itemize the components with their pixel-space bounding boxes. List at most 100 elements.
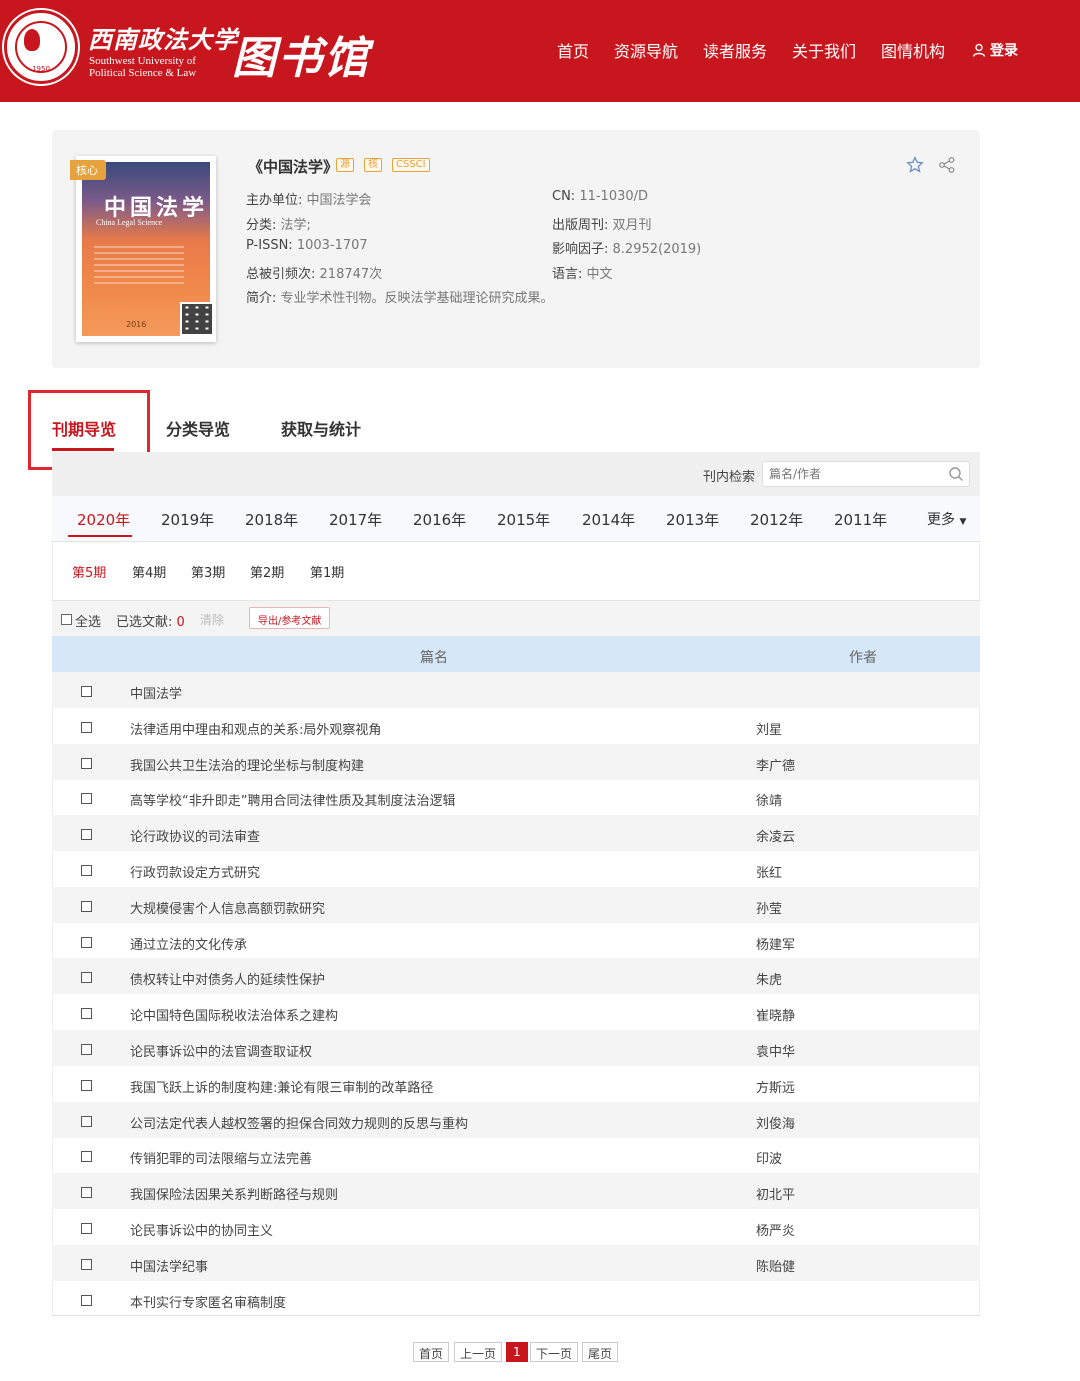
row-checkbox[interactable] xyxy=(81,865,92,876)
article-author[interactable]: 张红 xyxy=(756,862,782,881)
search-input[interactable] xyxy=(762,461,970,487)
article-title-link[interactable]: 论中国特色国际税收法治体系之建构 xyxy=(130,1005,338,1024)
article-title-link[interactable]: 行政罚款设定方式研究 xyxy=(130,862,260,881)
article-title-link[interactable]: 大规模侵害个人信息高额罚款研究 xyxy=(130,898,325,917)
row-checkbox[interactable] xyxy=(81,1115,92,1127)
university-seal-logo[interactable]: 1950 xyxy=(4,10,78,84)
article-author[interactable]: 陈贻健 xyxy=(756,1256,795,1275)
row-checkbox[interactable] xyxy=(81,721,92,733)
article-title-link[interactable]: 债权转让中对债务人的延续性保护 xyxy=(130,969,325,988)
row-checkbox[interactable] xyxy=(81,1044,92,1055)
article-author[interactable]: 杨严炎 xyxy=(756,1220,795,1239)
row-checkbox[interactable] xyxy=(81,757,92,769)
row-checkbox[interactable] xyxy=(81,829,92,841)
row-checkbox[interactable] xyxy=(81,1079,92,1091)
table-row[interactable]: 我国保险法因果关系判断路径与规则 初北平 xyxy=(52,1173,980,1210)
article-author[interactable]: 崔晓静 xyxy=(756,1005,795,1024)
table-row[interactable]: 大规模侵害个人信息高额罚款研究 孙莹 xyxy=(52,886,980,923)
row-checkbox[interactable] xyxy=(81,1258,92,1270)
nav-about[interactable]: 关于我们 xyxy=(792,38,856,62)
issue-4[interactable]: 第4期 xyxy=(132,562,166,581)
table-row[interactable]: 中国法学 xyxy=(52,672,980,708)
article-title-link[interactable]: 我国公共卫生法治的理论坐标与制度构建 xyxy=(130,755,364,774)
year-2020[interactable]: 2020年 xyxy=(77,509,130,530)
table-row[interactable]: 通过立法的文化传承 杨建军 xyxy=(52,923,980,959)
search-icon[interactable] xyxy=(948,466,964,482)
nav-reader-services[interactable]: 读者服务 xyxy=(703,38,767,62)
article-title-link[interactable]: 本刊实行专家匿名审稿制度 xyxy=(130,1292,286,1311)
article-author[interactable]: 印波 xyxy=(756,1148,782,1167)
year-2015[interactable]: 2015年 xyxy=(497,509,550,530)
prev-page-button[interactable]: 上一页 xyxy=(454,1342,503,1362)
year-2014[interactable]: 2014年 xyxy=(582,509,635,530)
table-row[interactable]: 高等学校“非升即走”聘用合同法律性质及其制度法治逻辑 徐靖 xyxy=(52,779,980,815)
year-2017[interactable]: 2017年 xyxy=(329,509,382,530)
clear-selection-button[interactable]: 清除 xyxy=(200,611,224,628)
article-author[interactable]: 徐靖 xyxy=(756,790,782,809)
year-2012[interactable]: 2012年 xyxy=(750,509,803,530)
table-row[interactable]: 行政罚款设定方式研究 张红 xyxy=(52,851,980,887)
first-page-button[interactable]: 首页 xyxy=(413,1342,450,1362)
table-row[interactable]: 论民事诉讼中的法官调查取证权 袁中华 xyxy=(52,1030,980,1066)
article-title-link[interactable]: 我国保险法因果关系判断路径与规则 xyxy=(130,1184,338,1203)
tab-category-browse[interactable]: 分类导览 xyxy=(166,416,230,440)
article-author[interactable]: 朱虎 xyxy=(756,969,782,988)
article-author[interactable]: 刘星 xyxy=(756,719,782,738)
row-checkbox[interactable] xyxy=(81,936,92,948)
table-row[interactable]: 传销犯罪的司法限缩与立法完善 印波 xyxy=(52,1137,980,1173)
table-row[interactable]: 论中国特色国际税收法治体系之建构 崔晓静 xyxy=(52,994,980,1030)
row-checkbox[interactable] xyxy=(81,1294,92,1306)
issue-3[interactable]: 第3期 xyxy=(191,562,225,581)
article-title-link[interactable]: 我国飞跃上诉的制度构建:兼论有限三审制的改革路径 xyxy=(130,1077,433,1096)
article-title-link[interactable]: 中国法学纪事 xyxy=(130,1256,208,1275)
row-checkbox[interactable] xyxy=(81,972,92,984)
table-row[interactable]: 法律适用中理由和观点的关系:局外观察视角 刘星 xyxy=(52,708,980,744)
journal-cover[interactable]: 中国法学 China Legal Science 2016 核心 xyxy=(70,156,216,342)
more-years-dropdown[interactable]: 更多 ▼ xyxy=(927,509,966,529)
article-title-link[interactable]: 法律适用中理由和观点的关系:局外观察视角 xyxy=(130,719,381,738)
row-checkbox[interactable] xyxy=(81,793,92,805)
row-checkbox[interactable] xyxy=(81,1187,92,1199)
year-2019[interactable]: 2019年 xyxy=(161,509,214,530)
nav-home[interactable]: 首页 xyxy=(557,38,589,62)
article-author[interactable]: 余凌云 xyxy=(756,826,795,845)
issue-2[interactable]: 第2期 xyxy=(250,562,284,581)
table-row[interactable]: 本刊实行专家匿名审稿制度 xyxy=(52,1281,980,1317)
issue-5[interactable]: 第5期 xyxy=(72,562,106,581)
article-title-link[interactable]: 论民事诉讼中的协同主义 xyxy=(130,1220,273,1239)
article-author[interactable]: 袁中华 xyxy=(756,1041,795,1060)
issue-1[interactable]: 第1期 xyxy=(310,562,344,581)
article-title-link[interactable]: 中国法学 xyxy=(130,683,182,702)
star-icon[interactable] xyxy=(906,156,924,174)
article-title-link[interactable]: 传销犯罪的司法限缩与立法完善 xyxy=(130,1148,312,1167)
article-author[interactable]: 初北平 xyxy=(756,1184,795,1203)
table-row[interactable]: 我国公共卫生法治的理论坐标与制度构建 李广德 xyxy=(52,743,980,780)
article-title-link[interactable]: 论民事诉讼中的法官调查取证权 xyxy=(130,1041,312,1060)
article-title-link[interactable]: 论行政协议的司法审查 xyxy=(130,826,260,845)
article-title-link[interactable]: 通过立法的文化传承 xyxy=(130,934,247,953)
article-title-link[interactable]: 公司法定代表人越权签署的担保合同效力规则的反思与重构 xyxy=(130,1113,468,1132)
article-author[interactable]: 李广德 xyxy=(756,755,795,774)
article-title-link[interactable]: 高等学校“非升即走”聘用合同法律性质及其制度法治逻辑 xyxy=(130,790,455,809)
row-checkbox[interactable] xyxy=(81,1223,92,1234)
year-2016[interactable]: 2016年 xyxy=(413,509,466,530)
table-row[interactable]: 中国法学纪事 陈贻健 xyxy=(52,1244,980,1281)
article-author[interactable]: 杨建军 xyxy=(756,934,795,953)
select-all-label[interactable]: 全选 xyxy=(75,611,101,630)
nav-resources[interactable]: 资源导航 xyxy=(614,38,678,62)
year-2011[interactable]: 2011年 xyxy=(834,509,887,530)
last-page-button[interactable]: 尾页 xyxy=(582,1342,619,1362)
tab-access-stats[interactable]: 获取与统计 xyxy=(281,416,361,440)
row-checkbox[interactable] xyxy=(81,1151,92,1163)
next-page-button[interactable]: 下一页 xyxy=(530,1342,579,1362)
nav-institutions[interactable]: 图情机构 xyxy=(881,38,945,62)
table-row[interactable]: 我国飞跃上诉的制度构建:兼论有限三审制的改革路径 方斯远 xyxy=(52,1066,980,1102)
table-row[interactable]: 论民事诉讼中的协同主义 杨严炎 xyxy=(52,1209,980,1245)
current-page[interactable]: 1 xyxy=(506,1342,528,1362)
article-author[interactable]: 刘俊海 xyxy=(756,1113,795,1132)
export-citations-button[interactable]: 导出/参考文献 xyxy=(249,607,331,629)
table-row[interactable]: 公司法定代表人越权签署的担保合同效力规则的反思与重构 刘俊海 xyxy=(52,1101,980,1138)
row-checkbox[interactable] xyxy=(81,686,92,697)
login-button[interactable]: 登录 xyxy=(972,40,1018,60)
row-checkbox[interactable] xyxy=(81,1008,92,1020)
